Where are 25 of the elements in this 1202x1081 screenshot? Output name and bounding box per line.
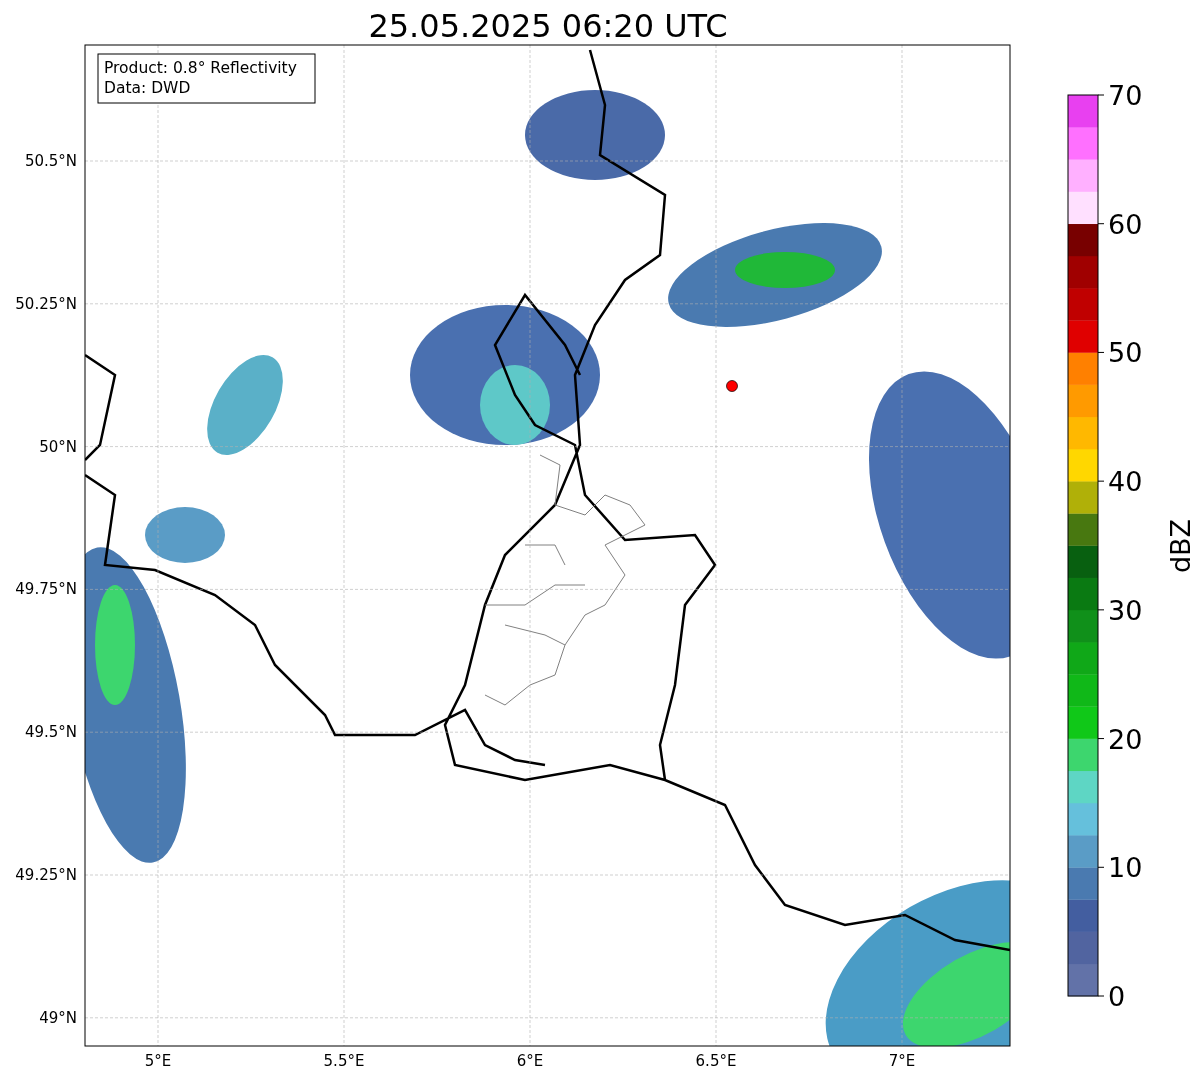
longitude-label: 7°E (888, 1052, 916, 1070)
colorbar-tick-label: 10 (1108, 852, 1143, 884)
longitude-label: 5°E (144, 1052, 172, 1070)
colorbar-tick-label: 40 (1108, 466, 1143, 498)
colorbar-label: dBZ (1165, 518, 1196, 574)
colorbar-tick-label: 50 (1108, 337, 1143, 369)
info-text: Data: DWD (104, 79, 191, 97)
latitude-label: 49.25°N (15, 866, 77, 884)
colorbar-tick-label: 30 (1108, 594, 1143, 626)
radar-site-marker (726, 380, 738, 392)
colorbar-tick-label: 70 (1108, 80, 1143, 111)
latitude-label: 50°N (39, 437, 77, 456)
colorbar-tick-label: 0 (1108, 981, 1126, 1012)
latitude-label: 50.5°N (24, 152, 77, 170)
longitude-label: 6°E (516, 1052, 544, 1070)
latitude-label: 49.75°N (15, 580, 77, 599)
latitude-label: 50.25°N (15, 294, 77, 313)
latitude-label: 49.5°N (24, 723, 77, 742)
longitude-label: 5.5°E (323, 1052, 365, 1070)
info-text: Product: 0.8° Reflectivity (104, 59, 297, 77)
colorbar-tick-label: 20 (1108, 723, 1143, 755)
longitude-label: 6.5°E (695, 1052, 737, 1070)
latitude-label: 49°N (39, 1008, 77, 1027)
colorbar-tick-label: 60 (1108, 208, 1143, 240)
chart-title: 25.05.2025 06:20 UTC (368, 7, 728, 45)
